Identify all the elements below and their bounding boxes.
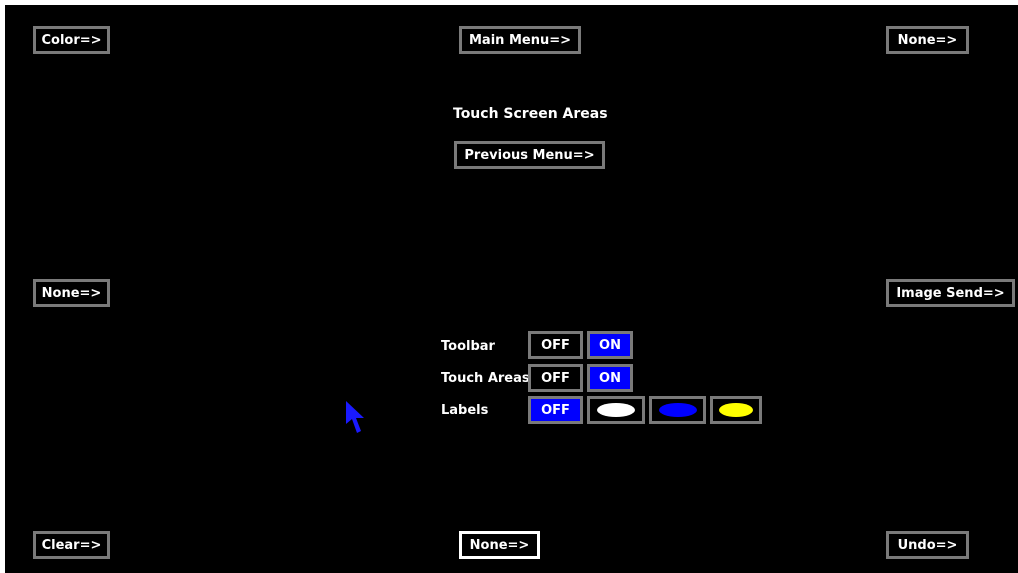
yellow-ellipse-icon <box>719 403 753 417</box>
clear-button[interactable]: Clear=> <box>33 531 110 559</box>
arrow-pointer-icon <box>346 401 364 433</box>
middle-left-none-button[interactable]: None=> <box>33 279 110 307</box>
labels-label: Labels <box>441 403 489 418</box>
touch-areas-label: Touch Areas <box>441 371 530 386</box>
main-menu-button[interactable]: Main Menu=> <box>459 26 581 54</box>
labels-off-option[interactable]: OFF <box>528 396 583 424</box>
touch-screen-display: Color=> Main Menu=> None=> None=> Image … <box>5 5 1018 573</box>
white-ellipse-icon <box>597 403 635 417</box>
toolbar-on-option[interactable]: ON <box>587 331 633 359</box>
previous-menu-button[interactable]: Previous Menu=> <box>454 141 605 169</box>
touch-areas-on-option[interactable]: ON <box>587 364 633 392</box>
image-send-button[interactable]: Image Send=> <box>886 279 1015 307</box>
bottom-center-none-button[interactable]: None=> <box>459 531 540 559</box>
labels-yellow-option[interactable] <box>710 396 762 424</box>
toolbar-label: Toolbar <box>441 339 495 354</box>
undo-button[interactable]: Undo=> <box>886 531 969 559</box>
menu-title: Touch Screen Areas <box>453 106 608 122</box>
touch-areas-off-option[interactable]: OFF <box>528 364 583 392</box>
labels-blue-option[interactable] <box>649 396 706 424</box>
blue-ellipse-icon <box>658 403 697 417</box>
labels-white-option[interactable] <box>587 396 645 424</box>
color-button[interactable]: Color=> <box>33 26 110 54</box>
top-right-none-button[interactable]: None=> <box>886 26 969 54</box>
toolbar-off-option[interactable]: OFF <box>528 331 583 359</box>
